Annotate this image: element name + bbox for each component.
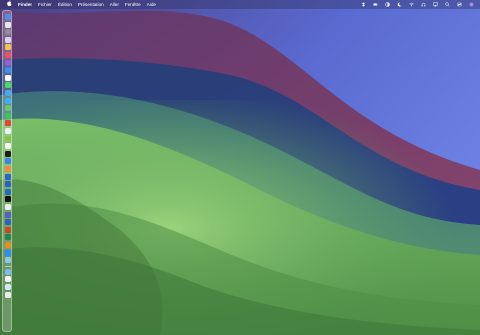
launchpad-icon[interactable] bbox=[5, 21, 11, 28]
teams-icon[interactable] bbox=[5, 211, 11, 218]
messages-icon[interactable] bbox=[5, 82, 11, 89]
trash-icon[interactable] bbox=[5, 291, 11, 298]
wallpaper bbox=[0, 0, 480, 335]
safari-icon[interactable] bbox=[5, 97, 11, 104]
notes-icon[interactable] bbox=[5, 36, 11, 43]
menu-aide[interactable]: Aide bbox=[147, 0, 156, 9]
preview-icon[interactable] bbox=[5, 257, 11, 264]
menu-fichier[interactable]: Fichier bbox=[38, 0, 52, 9]
status-area bbox=[361, 2, 474, 7]
finder-icon[interactable] bbox=[5, 14, 11, 20]
airplay-icon[interactable] bbox=[433, 2, 438, 7]
dropbox-icon[interactable] bbox=[361, 2, 366, 7]
folder-icon[interactable] bbox=[5, 135, 11, 142]
wifi-icon[interactable] bbox=[409, 2, 414, 7]
menu-presentation[interactable]: Présentation bbox=[78, 0, 104, 9]
menu-bar: Finder Fichier Édition Présentation Alle… bbox=[0, 0, 480, 9]
siri-icon[interactable] bbox=[469, 2, 474, 7]
appstore-icon[interactable] bbox=[5, 67, 11, 74]
music-icon[interactable] bbox=[5, 52, 11, 58]
podcasts-icon[interactable] bbox=[5, 59, 11, 66]
pages-icon[interactable] bbox=[5, 173, 11, 180]
facetime-icon[interactable] bbox=[5, 112, 11, 119]
vlc-icon[interactable] bbox=[5, 242, 11, 248]
document-icon[interactable] bbox=[5, 276, 11, 283]
word-icon[interactable] bbox=[5, 219, 11, 226]
maps-icon[interactable] bbox=[5, 105, 11, 112]
keynote-icon[interactable] bbox=[5, 158, 11, 165]
headphones-icon[interactable] bbox=[421, 2, 426, 7]
menu-fenetre[interactable]: Fenêtre bbox=[125, 0, 141, 9]
mail-icon[interactable] bbox=[5, 90, 11, 96]
contrast-icon[interactable] bbox=[385, 2, 390, 7]
numbers-icon[interactable] bbox=[5, 166, 11, 172]
excel-icon[interactable] bbox=[5, 234, 11, 241]
x-icon[interactable] bbox=[5, 196, 11, 203]
desktop: Finder Fichier Édition Présentation Alle… bbox=[0, 0, 480, 335]
downloads-folder-icon[interactable] bbox=[5, 268, 11, 275]
photos-icon[interactable] bbox=[5, 44, 11, 51]
menu-aller[interactable]: Aller bbox=[110, 0, 119, 9]
apple-menu-icon[interactable] bbox=[6, 0, 12, 10]
dock bbox=[2, 10, 12, 332]
chrome-icon[interactable] bbox=[5, 120, 11, 127]
slack-icon[interactable] bbox=[5, 204, 11, 210]
terminal-icon[interactable] bbox=[5, 150, 11, 157]
battery-icon[interactable] bbox=[373, 2, 378, 7]
zoom-icon[interactable] bbox=[5, 249, 11, 256]
dock-separator bbox=[5, 265, 11, 267]
screenshot-icon[interactable] bbox=[5, 284, 11, 290]
calendar-icon[interactable] bbox=[5, 74, 11, 81]
xcode-icon[interactable] bbox=[5, 181, 11, 188]
reminders-icon[interactable] bbox=[5, 128, 11, 134]
control-center-icon[interactable] bbox=[457, 2, 462, 7]
focus-icon[interactable] bbox=[397, 2, 402, 7]
vscode-icon[interactable] bbox=[5, 188, 11, 195]
menu-finder[interactable]: Finder bbox=[18, 0, 32, 9]
settings-icon[interactable] bbox=[5, 29, 11, 36]
powerpoint-icon[interactable] bbox=[5, 226, 11, 233]
menu-edition[interactable]: Édition bbox=[58, 0, 72, 9]
search-icon[interactable] bbox=[445, 2, 450, 7]
textedit-icon[interactable] bbox=[5, 143, 11, 150]
